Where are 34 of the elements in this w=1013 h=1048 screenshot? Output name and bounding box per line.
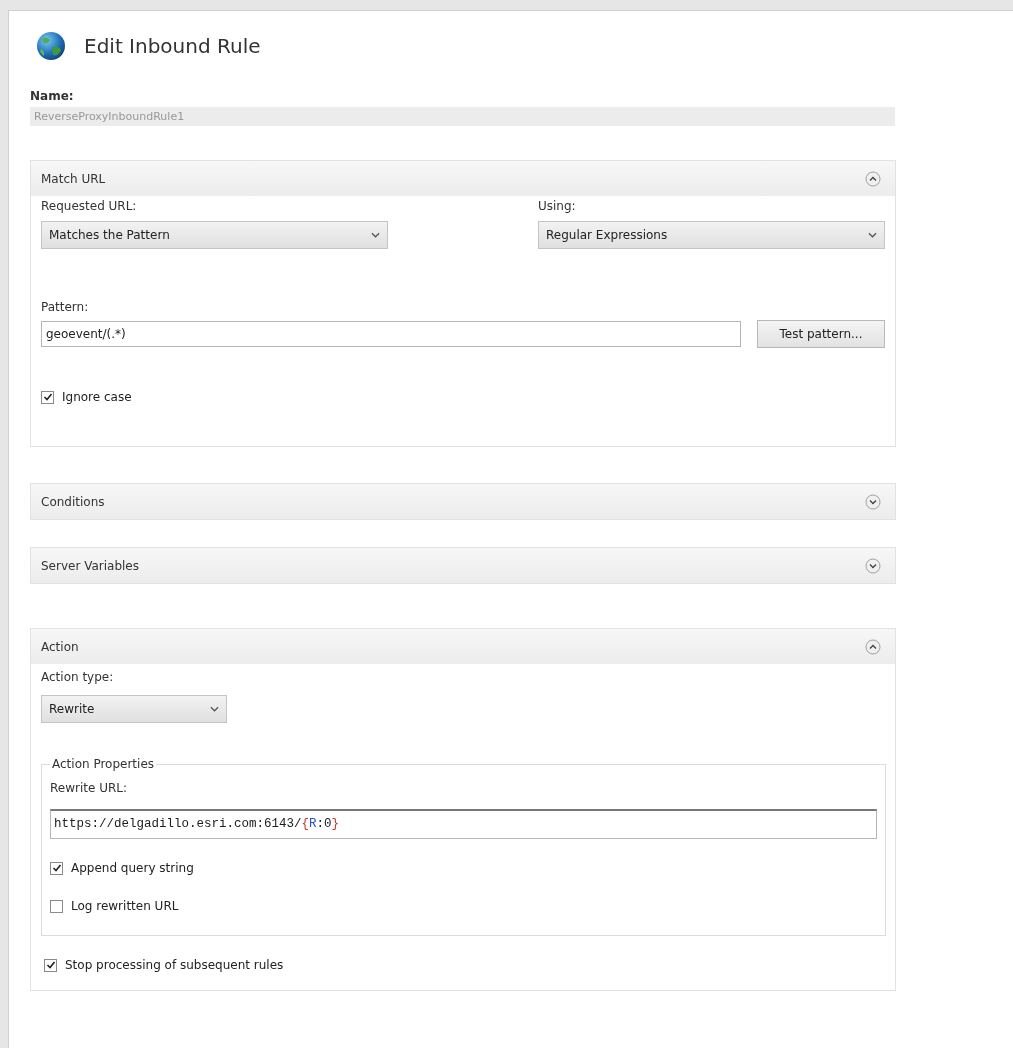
dialog-title: Edit Inbound Rule: [84, 33, 261, 60]
checkbox[interactable]: [50, 861, 63, 875]
chevron-down-icon: [210, 706, 219, 712]
section-header[interactable]: Match URL: [31, 161, 895, 196]
chevron-down-icon: [371, 232, 380, 238]
checkbox[interactable]: [41, 390, 54, 404]
pattern-field[interactable]: geoevent/(.*): [41, 321, 741, 347]
section-header[interactable]: Action: [31, 629, 895, 664]
globe-icon: [36, 31, 66, 61]
expand-icon: [865, 493, 881, 510]
field-label: Pattern:: [41, 299, 90, 316]
rewrite-url-field[interactable]: https://delgadillo.esri.com:6143/{R:0}: [50, 809, 877, 839]
field-label: Action type:: [41, 669, 115, 686]
dropdown[interactable]: Rewrite: [41, 695, 227, 723]
test-pattern-button[interactable]: Test pattern...: [757, 320, 885, 348]
field-label: Requested URL:: [41, 198, 138, 215]
checkbox-label: Ignore case: [62, 389, 132, 406]
collapse-icon: [865, 170, 881, 187]
section-header[interactable]: Conditions: [31, 484, 895, 519]
expand-icon: [865, 557, 881, 574]
checkbox-label: Append query string: [71, 860, 194, 877]
field-label: Rewrite URL:: [50, 780, 128, 797]
field-label: Name:: [30, 88, 75, 105]
checkbox[interactable]: [44, 958, 57, 972]
group-legend: Action Properties: [50, 755, 157, 773]
collapse-icon: [865, 638, 881, 655]
checkbox-label: Stop processing of subsequent rules: [65, 957, 284, 974]
section-header[interactable]: Server Variables: [31, 548, 895, 583]
dropdown[interactable]: Matches the Pattern: [41, 221, 388, 249]
field-label: Using:: [538, 198, 577, 215]
checkbox-label: Log rewritten URL: [71, 898, 179, 915]
dropdown[interactable]: Regular Expressions: [538, 221, 885, 249]
chevron-down-icon: [868, 232, 877, 238]
checkbox[interactable]: [50, 899, 63, 913]
